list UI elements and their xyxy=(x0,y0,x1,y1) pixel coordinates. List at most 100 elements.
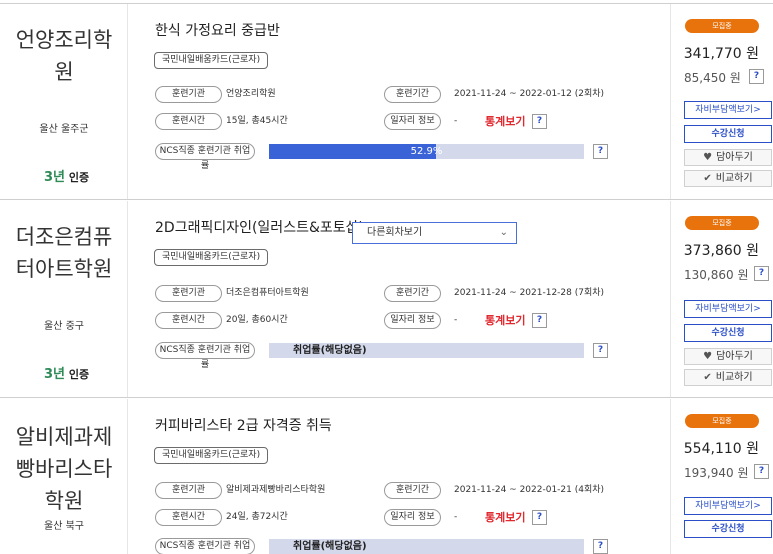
job-info-label: 일자리 정보 xyxy=(384,113,441,130)
self-pay-button[interactable]: 자비부담액보기> xyxy=(684,497,772,515)
institution-label: 훈련기관 xyxy=(155,285,222,302)
rate-help-icon[interactable]: ? xyxy=(593,343,608,358)
price-panel: 모집중 554,110 원 193,940 원 ? 자비부담액보기> 수강신청 xyxy=(670,399,773,554)
rate-help-icon[interactable]: ? xyxy=(593,144,608,159)
stats-link[interactable]: 통계보기 xyxy=(485,113,525,130)
institution-name[interactable]: 더조은컴퓨 터아트학원 xyxy=(0,221,128,285)
self-pay-button[interactable]: 자비부담액보기> xyxy=(684,101,772,119)
institution-name[interactable]: 알비제과제 빵바리스타 학원 xyxy=(0,421,128,517)
period-value: 2021-11-24 ~ 2021-12-28 (7회차) xyxy=(454,288,605,298)
institution-name-line: 빵바리스타 xyxy=(15,457,113,481)
recruiting-badge: 모집중 xyxy=(685,414,759,428)
dropdown-value: 다른회차보기 xyxy=(367,227,423,238)
course-price: 554,110 원 xyxy=(683,441,759,457)
institution-panel: 알비제과제 빵바리스타 학원 울산 북구 xyxy=(0,399,128,554)
hours-label: 훈련시간 xyxy=(155,509,222,526)
course-info: 한식 가정요리 중급반 국민내일배움카드(근로자) 훈련기관 언양조리학원 훈련… xyxy=(128,4,670,199)
stats-help-icon[interactable]: ? xyxy=(532,510,547,525)
employment-rate-bar: 취업률(해당없음) xyxy=(269,343,584,358)
course-price: 373,860 원 xyxy=(683,243,759,259)
heart-icon: ♥ xyxy=(703,152,713,163)
region-label: 울산 중구 xyxy=(44,321,84,332)
employment-rate-bar: 52.9% xyxy=(269,144,584,159)
wishlist-button[interactable]: ♥ 담아두기 xyxy=(684,149,772,166)
ncs-rate-label: NCS직종 훈련기관 취업률 xyxy=(155,342,255,370)
institution-value: 더조은컴퓨터아트학원 xyxy=(226,288,309,298)
job-info-label: 일자리 정보 xyxy=(384,509,441,526)
period-label: 훈련기간 xyxy=(384,86,441,103)
card-type-tag: 국민내일배움카드(근로자) xyxy=(154,249,269,266)
price-panel: 모집중 341,770 원 85,450 원 ? 자비부담액보기> 수강신청 ♥… xyxy=(670,4,773,199)
stats-help-icon[interactable]: ? xyxy=(532,313,547,328)
region-label: 울산 울주군 xyxy=(39,124,89,135)
check-icon: ✔ xyxy=(703,372,712,383)
institution-panel: 더조은컴퓨 터아트학원 울산 중구 3년 인증 xyxy=(0,201,128,397)
job-info-value: - xyxy=(454,116,458,126)
rate-help-icon[interactable]: ? xyxy=(593,539,608,554)
course-info: 커피바리스타 2급 자격증 취득 국민내일배움카드(근로자) 훈련기관 알비제과… xyxy=(128,399,670,554)
hours-value: 20일, 총60시간 xyxy=(226,315,288,325)
job-info-label: 일자리 정보 xyxy=(384,312,441,329)
employment-rate-value: 52.9% xyxy=(410,146,443,157)
compare-button[interactable]: ✔ 비교하기 xyxy=(684,369,772,386)
wishlist-label: 담아두기 xyxy=(716,152,753,163)
stats-help-icon[interactable]: ? xyxy=(532,114,547,129)
institution-name-line: 더조은컴퓨 xyxy=(15,225,113,249)
price-help-icon[interactable]: ? xyxy=(754,266,769,281)
certification-badge: 3년 인증 xyxy=(44,363,89,382)
apply-button[interactable]: 수강신청 xyxy=(684,520,772,538)
compare-label: 비교하기 xyxy=(715,173,753,184)
course-title[interactable]: 2D그래픽디자인(일러스트&포토샵) xyxy=(155,217,364,237)
stats-link[interactable]: 통계보기 xyxy=(485,509,525,526)
period-label: 훈련기간 xyxy=(384,285,441,302)
employment-rate-bar: 취업률(해당없음) xyxy=(269,539,584,554)
self-pay-price: 85,450 원 xyxy=(684,71,741,85)
wishlist-button[interactable]: ♥ 담아두기 xyxy=(684,348,772,365)
other-sessions-dropdown[interactable]: 다른회차보기 ⌄ xyxy=(352,222,517,244)
price-help-icon[interactable]: ? xyxy=(749,69,764,84)
card-type-tag: 국민내일배움카드(근로자) xyxy=(154,52,269,69)
recruiting-badge: 모집중 xyxy=(685,216,759,230)
period-label: 훈련기간 xyxy=(384,482,441,499)
institution-name-line: 알비제과제 xyxy=(15,425,113,449)
course-title[interactable]: 커피바리스타 2급 자격증 취득 xyxy=(155,415,332,435)
employment-rate-value: 취업률(해당없음) xyxy=(293,541,367,552)
price-help-icon[interactable]: ? xyxy=(754,464,769,479)
institution-value: 알비제과제빵바리스타학원 xyxy=(226,485,326,495)
course-card: 언양조리학 원 울산 울주군 3년 인증 한식 가정요리 중급반 국민내일배움카… xyxy=(0,3,773,200)
institution-label: 훈련기관 xyxy=(155,482,222,499)
compare-button[interactable]: ✔ 비교하기 xyxy=(684,170,772,187)
compare-label: 비교하기 xyxy=(715,372,753,383)
period-value: 2021-11-24 ~ 2022-01-21 (4회차) xyxy=(454,485,605,495)
ncs-rate-label: NCS직종 훈련기관 취업률 xyxy=(155,143,255,171)
chevron-down-icon: ⌄ xyxy=(499,227,508,238)
hours-value: 24일, 총72시간 xyxy=(226,512,288,522)
self-pay-price: 193,940 원 xyxy=(684,466,749,480)
self-pay-price: 130,860 원 xyxy=(684,268,749,282)
card-type-tag: 국민내일배움카드(근로자) xyxy=(154,447,269,464)
hours-label: 훈련시간 xyxy=(155,312,222,329)
certification-badge: 3년 인증 xyxy=(44,166,89,185)
course-title[interactable]: 한식 가정요리 중급반 xyxy=(155,20,280,40)
job-info-value: - xyxy=(454,512,458,522)
institution-value: 언양조리학원 xyxy=(226,89,276,99)
institution-name-line: 학원 xyxy=(44,489,84,513)
wishlist-label: 담아두기 xyxy=(716,351,753,362)
ncs-rate-label: NCS직종 훈련기관 취업률 xyxy=(155,538,255,554)
certification-years: 3년 xyxy=(44,367,66,382)
heart-icon: ♥ xyxy=(703,351,713,362)
apply-button[interactable]: 수강신청 xyxy=(684,125,772,143)
price-panel: 모집중 373,860 원 130,860 원 ? 자비부담액보기> 수강신청 … xyxy=(670,201,773,397)
stats-link[interactable]: 통계보기 xyxy=(485,312,525,329)
certification-years: 3년 xyxy=(44,170,66,185)
institution-label: 훈련기관 xyxy=(155,86,222,103)
course-price: 341,770 원 xyxy=(683,46,759,62)
institution-panel: 언양조리학 원 울산 울주군 3년 인증 xyxy=(0,4,128,199)
apply-button[interactable]: 수강신청 xyxy=(684,324,772,342)
region-label: 울산 북구 xyxy=(44,521,84,532)
institution-name[interactable]: 언양조리학 원 xyxy=(0,24,128,88)
institution-name-line: 언양조리학 xyxy=(15,28,113,52)
self-pay-button[interactable]: 자비부담액보기> xyxy=(684,300,772,318)
check-icon: ✔ xyxy=(703,173,712,184)
certification-text: 인증 xyxy=(68,171,90,184)
